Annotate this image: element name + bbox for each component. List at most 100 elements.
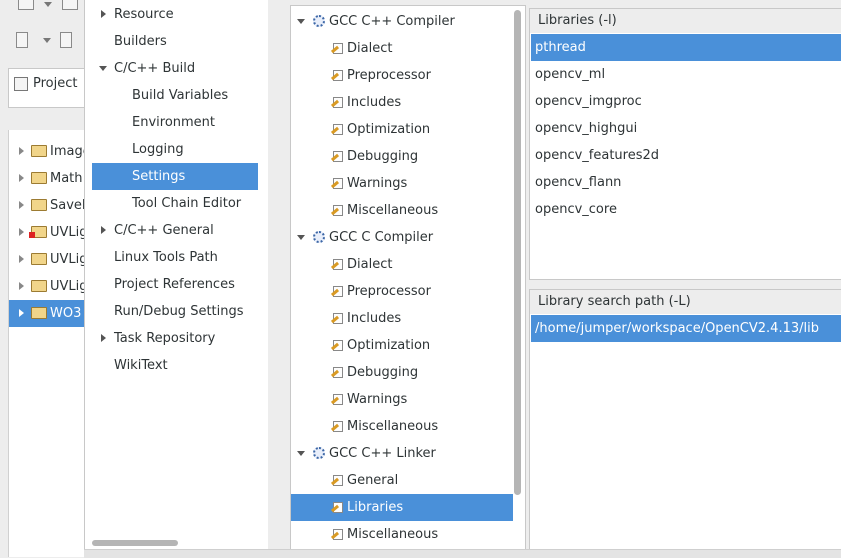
collapse-arrow-icon[interactable] [99, 66, 107, 71]
project-item[interactable]: Image [9, 138, 85, 165]
library-item[interactable]: opencv_features2d [531, 142, 841, 169]
tool-item-label: Miscellaneous [347, 527, 439, 542]
category-item-label: Environment [132, 115, 216, 130]
project-item[interactable]: WO3 [9, 300, 85, 327]
tool-item[interactable]: GCC C Compiler [291, 224, 513, 251]
expand-arrow-icon[interactable] [19, 255, 24, 263]
category-item[interactable]: Environment [92, 109, 258, 136]
pane-divider [529, 280, 841, 286]
project-explorer-icon [14, 77, 28, 91]
tab-project[interactable]: Project [8, 68, 86, 108]
tool-option-item[interactable]: Libraries [291, 494, 513, 521]
category-item[interactable]: Project References [92, 271, 258, 298]
category-item-label: C/C++ Build [114, 61, 196, 76]
category-item-label: Linux Tools Path [114, 250, 218, 265]
library-item-label: opencv_imgproc [535, 94, 642, 109]
option-page-icon [330, 528, 345, 540]
expand-arrow-icon[interactable] [101, 10, 106, 18]
expand-arrow-icon[interactable] [19, 201, 24, 209]
expand-arrow-icon[interactable] [19, 228, 24, 236]
export-icon[interactable] [60, 32, 72, 48]
tool-item[interactable]: GCC C++ Linker [291, 440, 513, 467]
collapse-arrow-icon[interactable] [297, 19, 305, 24]
category-item[interactable]: Build Variables [92, 82, 258, 109]
tool-option-item[interactable]: Includes [291, 305, 513, 332]
category-item[interactable]: Logging [92, 136, 258, 163]
tool-option-item[interactable]: Debugging [291, 143, 513, 170]
tool-option-item[interactable]: Optimization [291, 332, 513, 359]
category-item[interactable]: Run/Debug Settings [92, 298, 258, 325]
tool-option-item[interactable]: General [291, 467, 513, 494]
import-icon[interactable] [16, 32, 28, 48]
tool-option-item[interactable]: Dialect [291, 251, 513, 278]
expand-arrow-icon[interactable] [19, 282, 24, 290]
project-item[interactable]: UVLig [9, 246, 85, 273]
category-item[interactable]: C/C++ Build [92, 55, 258, 82]
save-icon[interactable] [62, 0, 78, 10]
expand-arrow-icon[interactable] [101, 226, 106, 234]
import-dropdown-icon[interactable] [43, 38, 51, 43]
library-item[interactable]: opencv_ml [531, 61, 841, 88]
library-item[interactable]: opencv_core [531, 196, 841, 223]
tool-option-item[interactable]: Includes [291, 89, 513, 116]
library-search-path-header: Library search path (-L) [530, 290, 841, 314]
tool-item-label: Warnings [347, 392, 408, 407]
collapse-arrow-icon[interactable] [297, 235, 305, 240]
library-item[interactable]: pthread [531, 34, 841, 61]
collapse-arrow-icon[interactable] [297, 451, 305, 456]
category-item[interactable]: WikiText [92, 352, 258, 379]
tool-option-item[interactable]: Miscellaneous [291, 197, 513, 224]
tool-item-label: Dialect [347, 257, 393, 272]
category-tree-horizontal-scrollbar[interactable] [92, 540, 178, 546]
expand-arrow-icon[interactable] [19, 174, 24, 182]
library-path-item[interactable]: /home/jumper/workspace/OpenCV2.4.13/lib [531, 315, 841, 342]
category-item[interactable]: C/C++ General [92, 217, 258, 244]
category-item-label: Task Repository [114, 331, 216, 346]
tool-option-item[interactable]: Miscellaneous [291, 413, 513, 440]
tool-item-label: GCC C++ Compiler [329, 14, 455, 29]
tool-item-label: GCC C++ Linker [329, 446, 436, 461]
project-item[interactable]: Math [9, 165, 85, 192]
category-item[interactable]: Settings [92, 163, 258, 190]
expand-arrow-icon[interactable] [101, 334, 106, 342]
option-page-icon [330, 123, 345, 135]
project-item[interactable]: UVLig [9, 273, 85, 300]
project-item-label: WO3 [50, 306, 82, 321]
option-page-icon [330, 69, 345, 81]
library-item[interactable]: opencv_flann [531, 169, 841, 196]
tool-option-item[interactable]: Optimization [291, 116, 513, 143]
expand-arrow-icon[interactable] [19, 309, 24, 317]
library-path-item-label: /home/jumper/workspace/OpenCV2.4.13/lib [535, 321, 819, 336]
expand-arrow-icon[interactable] [19, 147, 24, 155]
tool-option-item[interactable]: Dialect [291, 35, 513, 62]
folder-error-icon [29, 226, 47, 238]
tool-option-item[interactable]: Preprocessor [291, 62, 513, 89]
project-item[interactable]: Savel [9, 192, 85, 219]
tool-gear-icon [313, 15, 325, 27]
library-item[interactable]: opencv_highgui [531, 115, 841, 142]
tool-option-item[interactable]: Warnings [291, 170, 513, 197]
category-item[interactable]: Tool Chain Editor [92, 190, 258, 217]
property-category-tree: Resource Builders C/C++ Build Build Variabl… [84, 0, 268, 557]
library-item[interactable]: opencv_imgproc [531, 88, 841, 115]
tool-item-label: Preprocessor [347, 68, 431, 83]
tool-option-item[interactable]: Debugging [291, 359, 513, 386]
option-page-icon [330, 393, 345, 405]
tool-option-item[interactable]: Miscellaneous [291, 521, 513, 548]
new-dropdown-icon[interactable] [44, 2, 52, 7]
category-item-label: Builders [114, 34, 167, 49]
option-page-icon [330, 177, 345, 189]
category-item[interactable]: Linux Tools Path [92, 244, 258, 271]
tool-item[interactable]: GCC C++ Compiler [291, 8, 513, 35]
tool-option-item[interactable]: Preprocessor [291, 278, 513, 305]
category-item[interactable]: Resource [92, 1, 258, 28]
tool-option-item[interactable]: Warnings [291, 386, 513, 413]
tool-settings-vertical-scrollbar[interactable] [514, 10, 521, 495]
tool-item-label: Optimization [347, 338, 431, 353]
category-item-label: Logging [132, 142, 184, 157]
category-item[interactable]: Task Repository [92, 325, 258, 352]
new-icon[interactable] [18, 0, 34, 10]
category-item[interactable]: Builders [92, 28, 258, 55]
option-page-icon [330, 501, 345, 513]
project-item[interactable]: UVLig [9, 219, 85, 246]
